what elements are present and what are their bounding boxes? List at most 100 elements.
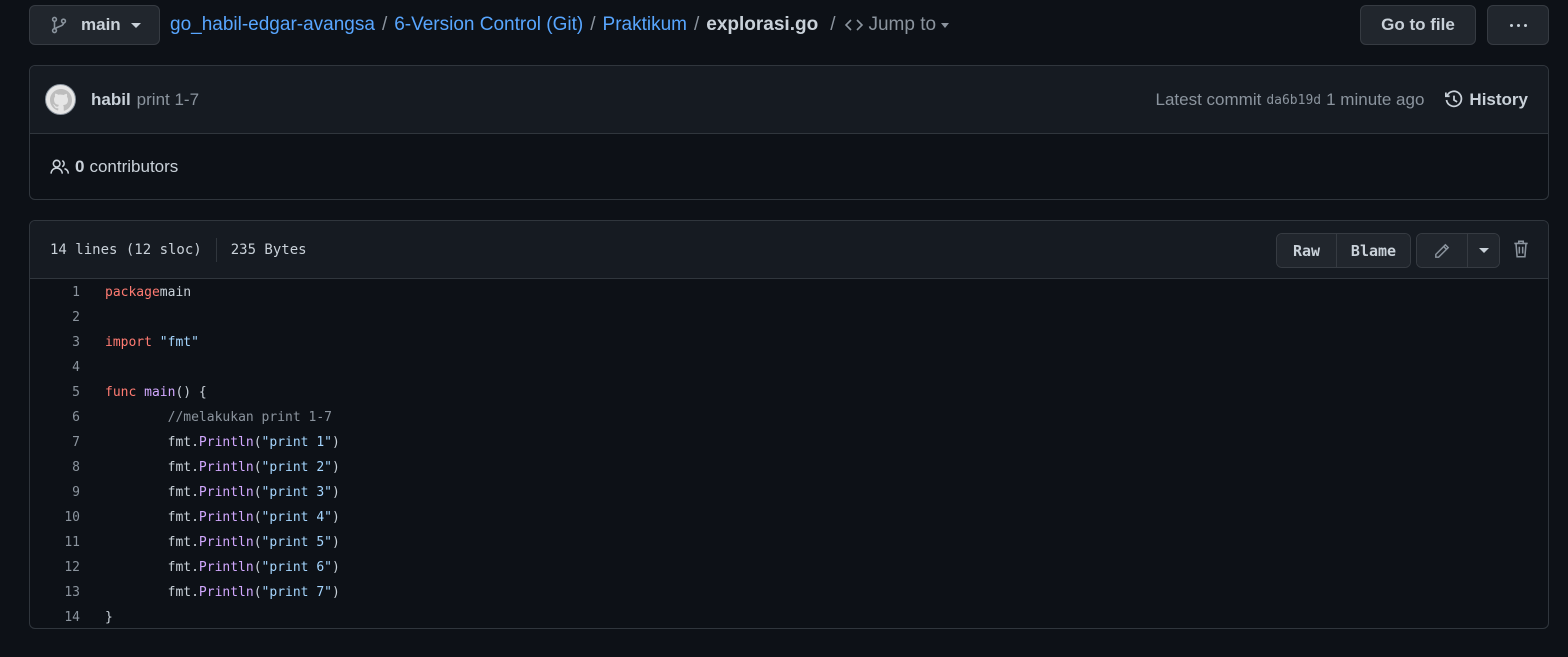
line-content: } [105, 610, 113, 625]
raw-button[interactable]: Raw [1277, 234, 1337, 267]
file-line-count: 14 lines (12 sloc) [50, 241, 202, 258]
code-token: //melakukan print 1-7 [167, 410, 332, 425]
code-token: ) [332, 435, 340, 450]
code-line: 12 fmt.Println("print 6") [30, 555, 1548, 580]
breadcrumb-separator: / [590, 14, 596, 35]
line-number[interactable]: 13 [30, 585, 80, 600]
people-icon [50, 159, 70, 174]
code-token: ) [332, 560, 340, 575]
commit-sha-link[interactable]: da6b19d [1266, 93, 1321, 108]
history-icon [1445, 90, 1463, 108]
breadcrumb: go_habil-edgar-avangsa / 6-Version Contr… [170, 5, 950, 45]
git-branch-icon [51, 16, 67, 34]
line-content: fmt.Println("print 7") [105, 585, 340, 600]
line-content: fmt.Println("print 4") [105, 510, 340, 525]
code-token: ) [332, 535, 340, 550]
commit-message-link[interactable]: print 1-7 [137, 90, 199, 110]
breadcrumb-repo-link[interactable]: go_habil-edgar-avangsa [170, 14, 375, 36]
code-token: main [144, 385, 176, 400]
breadcrumb-separator: / [693, 14, 700, 35]
file-header: 14 lines (12 sloc) 235 Bytes Raw Blame [30, 221, 1548, 279]
code-token: Println [198, 460, 254, 475]
code-token: Println [198, 510, 254, 525]
go-to-file-button[interactable]: Go to file [1360, 5, 1476, 45]
more-options-button[interactable] [1487, 5, 1549, 45]
commit-time: 1 minute ago [1326, 90, 1425, 109]
line-number[interactable]: 12 [30, 560, 80, 575]
delete-file-button[interactable] [1510, 237, 1532, 261]
code-token: "print 2" [261, 460, 332, 475]
chevron-down-icon [1478, 248, 1489, 253]
code-line: 9 fmt.Println("print 3") [30, 480, 1548, 505]
code-line: 3 import "fmt" [30, 330, 1548, 355]
jump-to-label: Jump to [868, 14, 937, 35]
line-content: //melakukan print 1-7 [105, 410, 332, 425]
edit-file-button[interactable] [1417, 234, 1468, 267]
jump-to-menu[interactable]: Jump to [841, 14, 950, 36]
code-token: ) [332, 510, 340, 525]
code-token: fmt. [105, 435, 199, 450]
code-token: fmt. [105, 535, 199, 550]
breadcrumb-separator: / [381, 14, 388, 35]
code-token: ) [332, 485, 340, 500]
line-content: fmt.Println("print 6") [105, 560, 340, 575]
code-token: ( [253, 485, 262, 500]
line-content: packagemain [105, 285, 191, 300]
commit-author-link[interactable]: habil [91, 90, 131, 110]
code-token: import [105, 335, 152, 350]
line-number[interactable]: 7 [30, 435, 80, 450]
code-token: main [159, 285, 192, 300]
line-content: fmt.Println("print 5") [105, 535, 340, 550]
code-area: 1 packagemain 2 3 import "fmt" 4 5 func main() … [30, 279, 1548, 628]
code-token: "print 4" [261, 510, 332, 525]
code-line: 11 fmt.Println("print 5") [30, 530, 1548, 555]
code-line: 8 fmt.Println("print 2") [30, 455, 1548, 480]
code-token: fmt. [105, 510, 199, 525]
code-line: 4 [30, 355, 1548, 380]
divider [215, 237, 217, 262]
line-number[interactable]: 11 [30, 535, 80, 550]
edit-options-dropdown[interactable] [1468, 234, 1499, 267]
breadcrumb-subfolder-link[interactable]: Praktikum [603, 14, 687, 36]
file-size: 235 Bytes [230, 241, 307, 258]
code-token: "print 7" [261, 585, 332, 600]
breadcrumb-current-file: explorasi.go [706, 14, 819, 35]
line-number[interactable]: 4 [30, 360, 80, 375]
line-number[interactable]: 1 [30, 285, 80, 300]
line-number[interactable]: 5 [30, 385, 80, 400]
github-avatar-icon [49, 88, 72, 111]
code-line: 7 fmt.Println("print 1") [30, 430, 1548, 455]
edit-group [1416, 233, 1500, 268]
code-token: "print 3" [261, 485, 332, 500]
code-token: ( [253, 435, 262, 450]
kebab-horizontal-icon [1509, 23, 1513, 27]
code-token: "print 5" [261, 535, 332, 550]
pencil-icon [1435, 243, 1450, 258]
chevron-down-icon [941, 22, 950, 28]
line-number[interactable]: 14 [30, 610, 80, 625]
trash-icon [1514, 240, 1528, 258]
latest-commit-label: Latest commit [1155, 90, 1262, 109]
line-number[interactable]: 9 [30, 485, 80, 500]
line-number[interactable]: 6 [30, 410, 80, 425]
latest-commit-box: habil print 1-7 Latest commit da6b19d 1 … [29, 65, 1549, 200]
history-link[interactable]: History [1444, 90, 1528, 110]
code-token: Println [198, 535, 254, 550]
avatar[interactable] [45, 84, 76, 115]
line-number[interactable]: 3 [30, 335, 80, 350]
code-token: "fmt" [159, 335, 199, 350]
code-token: "print 1" [261, 435, 332, 450]
file-viewer: 14 lines (12 sloc) 235 Bytes Raw Blame 1… [29, 220, 1549, 629]
line-number[interactable]: 8 [30, 460, 80, 475]
breadcrumb-folder-link[interactable]: 6-Version Control (Git) [394, 14, 583, 36]
line-content: fmt.Println("print 2") [105, 460, 340, 475]
line-number[interactable]: 2 [30, 310, 80, 325]
code-token: fmt. [105, 560, 199, 575]
line-number[interactable]: 10 [30, 510, 80, 525]
code-token: ( [253, 585, 262, 600]
blame-button[interactable]: Blame [1337, 234, 1410, 267]
code-line: 13 fmt.Println("print 7") [30, 580, 1548, 605]
file-navigation: main go_habil-edgar-avangsa / 6-Version … [29, 5, 1549, 45]
branch-select-button[interactable]: main [29, 5, 160, 45]
